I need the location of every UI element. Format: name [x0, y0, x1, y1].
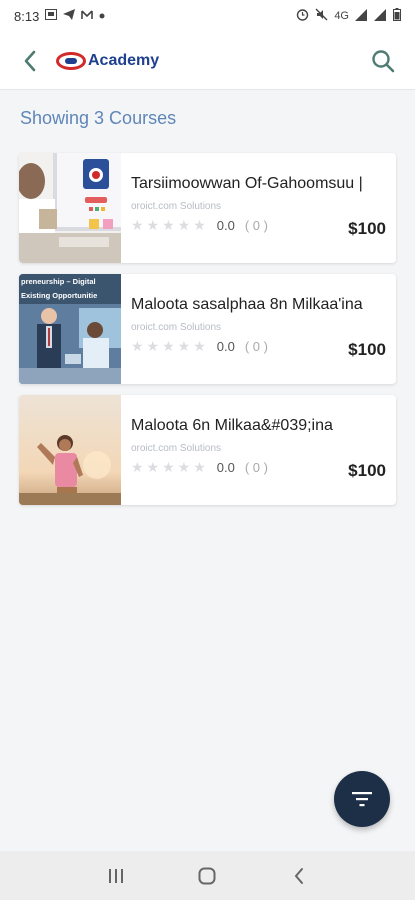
course-card[interactable]: Maloota 6n Milkaa&#039;ina oroict.com So… — [19, 395, 396, 505]
course-price: $100 — [348, 340, 386, 359]
course-info: Maloota sasalphaa 8n Milkaa'ina oroict.c… — [121, 274, 396, 384]
battery-icon — [393, 8, 401, 24]
course-title: Maloota 6n Milkaa&#039;ina — [131, 417, 333, 434]
filter-icon — [352, 792, 372, 807]
logo-text: Academy — [88, 51, 160, 69]
filter-button[interactable] — [334, 771, 390, 827]
course-card[interactable]: Tarsiimoowwan Of-Gahoomsuu | oroict.com … — [19, 153, 396, 263]
course-instructor: oroict.com Solutions — [131, 443, 222, 454]
back-icon — [294, 867, 304, 884]
course-title: Maloota sasalphaa 8n Milkaa'ina — [131, 296, 363, 313]
gallery-icon — [45, 9, 58, 23]
star-rating-icon: ★★★★★ — [131, 459, 209, 475]
logo-icon — [56, 51, 86, 70]
dot-icon — [99, 10, 105, 22]
course-thumbnail: preneurship – Digital Existing Opportuni… — [19, 274, 121, 384]
back-button[interactable] — [10, 41, 50, 81]
course-thumbnail — [19, 395, 121, 505]
status-time: 8:13 — [14, 8, 40, 24]
rating-value: 0.0 — [216, 218, 235, 233]
course-thumbnail — [19, 153, 121, 263]
chevron-left-icon — [24, 50, 36, 71]
rating-value: 0.0 — [216, 460, 235, 475]
mute-icon — [315, 8, 328, 24]
recent-apps-button[interactable] — [96, 856, 136, 896]
4g-icon: 4G — [334, 10, 349, 22]
results-count: Showing 3 Courses — [20, 108, 177, 128]
recent-apps-icon — [108, 868, 123, 883]
course-instructor: oroict.com Solutions — [131, 322, 222, 333]
course-info: Tarsiimoowwan Of-Gahoomsuu | oroict.com … — [121, 153, 396, 263]
course-price: $100 — [348, 219, 386, 238]
rating-count: ( 0 ) — [244, 339, 268, 354]
thumb-banner-text: Existing Opportunitie — [21, 291, 97, 300]
thumb-banner-text: preneurship – Digital — [21, 277, 96, 286]
rating-count: ( 0 ) — [244, 460, 268, 475]
home-button[interactable] — [187, 856, 227, 896]
status-right: 4G — [296, 8, 401, 24]
search-icon — [372, 49, 395, 72]
rating-count: ( 0 ) — [244, 218, 268, 233]
rating-value: 0.0 — [216, 339, 235, 354]
star-rating-icon: ★★★★★ — [131, 217, 209, 233]
home-icon — [198, 867, 216, 884]
course-instructor: oroict.com Solutions — [131, 201, 222, 212]
signal-icon — [374, 8, 387, 24]
gmail-icon — [81, 9, 94, 23]
app-bar: Academy — [0, 32, 415, 90]
telegram-icon — [63, 9, 76, 23]
course-info: Maloota 6n Milkaa&#039;ina oroict.com So… — [121, 395, 396, 505]
system-nav-bar — [0, 851, 415, 900]
search-button[interactable] — [363, 41, 403, 81]
app-logo: Academy — [56, 51, 160, 70]
signal-icon — [355, 8, 368, 24]
star-rating-icon: ★★★★★ — [131, 338, 209, 354]
status-left: 8:13 — [14, 9, 105, 24]
nav-back-button[interactable] — [279, 856, 319, 896]
course-title: Tarsiimoowwan Of-Gahoomsuu | — [131, 175, 363, 192]
course-card[interactable]: preneurship – Digital Existing Opportuni… — [19, 274, 396, 384]
status-bar: 8:13 4G — [0, 0, 415, 32]
alarm-icon — [296, 8, 309, 24]
course-price: $100 — [348, 461, 386, 480]
